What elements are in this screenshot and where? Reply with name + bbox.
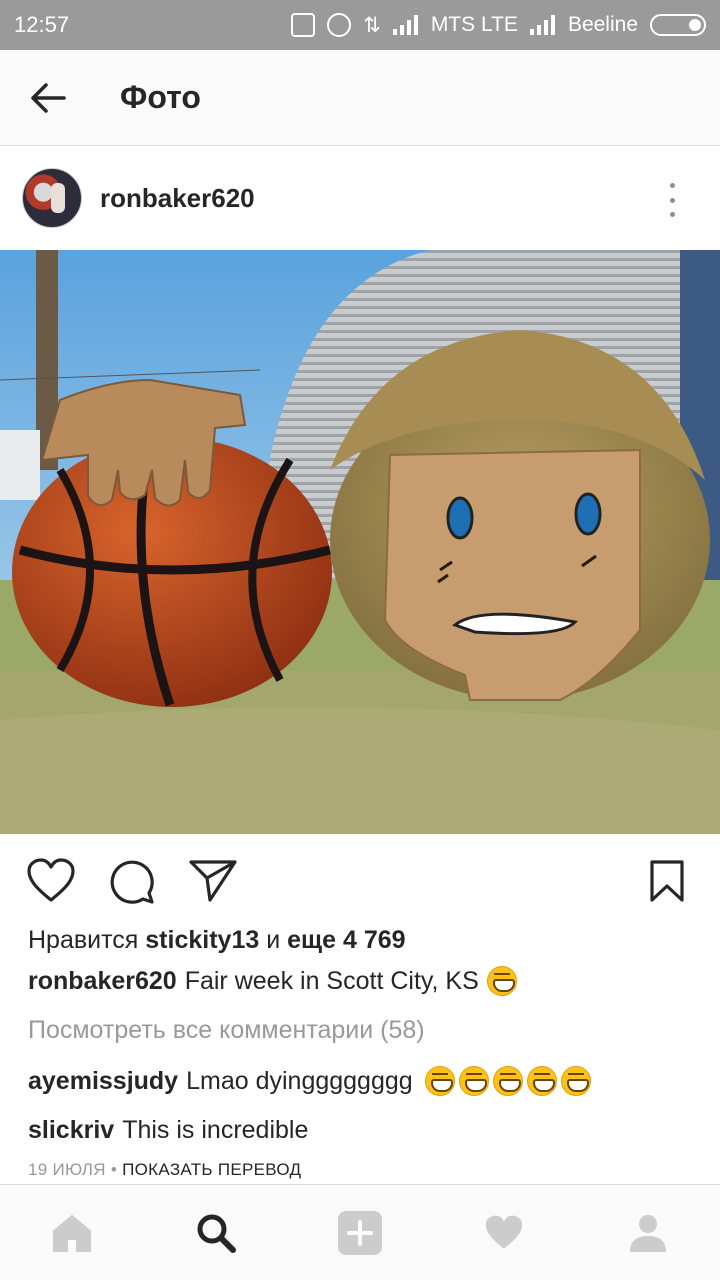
share-button[interactable]: [186, 854, 240, 908]
profile-icon: [630, 1214, 666, 1252]
dot-icon: [669, 212, 675, 217]
grinning-emoji-icon: [560, 1066, 591, 1096]
likes-user[interactable]: stickity13: [145, 926, 259, 954]
comment-item: ayemissjudy Lmao dyingggggggg: [28, 1066, 591, 1096]
comment-username[interactable]: slickriv: [28, 1116, 114, 1145]
caption-username[interactable]: ronbaker620: [28, 967, 177, 996]
likes-count[interactable]: еще 4 769: [287, 926, 405, 954]
post-actions: [0, 834, 720, 926]
likes-joiner: и: [266, 926, 281, 954]
post-date: 19 ИЮЛЯ: [28, 1160, 106, 1179]
dot-icon: [669, 183, 675, 188]
nav-activity[interactable]: [432, 1185, 576, 1280]
grinning-emoji-icon: [458, 1066, 489, 1096]
signal-icon: [392, 15, 419, 35]
bookmark-icon: [650, 860, 684, 902]
signal-icon: [529, 15, 556, 35]
post-meta: 19 ИЮЛЯ • ПОКАЗАТЬ ПЕРЕВОД: [28, 1160, 301, 1180]
alarm-icon: [327, 13, 352, 37]
nav-home[interactable]: [0, 1185, 144, 1280]
post-header: ronbaker620: [0, 147, 720, 249]
search-icon: [197, 1214, 236, 1253]
grinning-emoji-icon: [486, 966, 517, 996]
nav-search[interactable]: [144, 1185, 288, 1280]
emoji-group: [421, 1066, 591, 1096]
battery-icon: [650, 14, 706, 36]
arrow-left-icon: [31, 82, 66, 113]
status-icons: ⇅ MTS LTE Beeline: [291, 13, 706, 38]
comment-icon: [110, 860, 154, 904]
caption: ronbaker620 Fair week in Scott City, KS: [28, 966, 517, 996]
carrier-1: MTS LTE: [430, 13, 518, 36]
nav-add[interactable]: [288, 1185, 432, 1280]
status-time: 12:57: [14, 12, 70, 37]
view-all-comments-link[interactable]: Посмотреть все комментарии (58): [28, 1016, 425, 1045]
home-icon: [53, 1214, 91, 1252]
meta-separator: •: [110, 1160, 118, 1179]
mute-icon: [291, 13, 316, 37]
data-arrows-icon: ⇅: [363, 13, 381, 37]
grinning-emoji-icon: [492, 1066, 523, 1096]
post-username[interactable]: ronbaker620: [100, 183, 255, 214]
app-header: Фото: [0, 50, 720, 146]
bookmark-button[interactable]: [640, 854, 694, 908]
avatar[interactable]: [22, 168, 82, 228]
comment-button[interactable]: [104, 854, 158, 908]
post-photo[interactable]: [0, 250, 720, 834]
show-translation-link[interactable]: ПОКАЗАТЬ ПЕРЕВОД: [122, 1160, 301, 1179]
grinning-emoji-icon: [424, 1066, 455, 1096]
heart-icon: [27, 858, 75, 902]
nav-profile[interactable]: [576, 1185, 720, 1280]
page-title: Фото: [120, 79, 201, 115]
comment-item: slickriv This is incredible: [28, 1116, 308, 1145]
back-button[interactable]: [0, 50, 96, 146]
status-bar: 12:57 ⇅ MTS LTE Beeline: [0, 0, 720, 50]
more-options-button[interactable]: [660, 183, 684, 217]
grinning-emoji-icon: [526, 1066, 557, 1096]
comment-username[interactable]: ayemissjudy: [28, 1067, 178, 1096]
dot-icon: [669, 197, 675, 203]
bottom-nav: [0, 1184, 720, 1280]
heart-icon: [485, 1215, 523, 1249]
likes-prefix: Нравится: [28, 926, 139, 954]
comment-text: This is incredible: [122, 1116, 309, 1144]
carrier-2: Beeline: [567, 13, 638, 36]
comment-text: Lmao dyingggggggg: [186, 1066, 413, 1095]
likes-line[interactable]: Нравится stickity13 и еще 4 769: [28, 926, 406, 955]
share-icon: [189, 860, 237, 902]
add-icon: [338, 1210, 382, 1255]
photo-illustration: [0, 250, 720, 834]
like-button[interactable]: [24, 854, 78, 908]
caption-text: Fair week in Scott City, KS: [184, 966, 479, 995]
